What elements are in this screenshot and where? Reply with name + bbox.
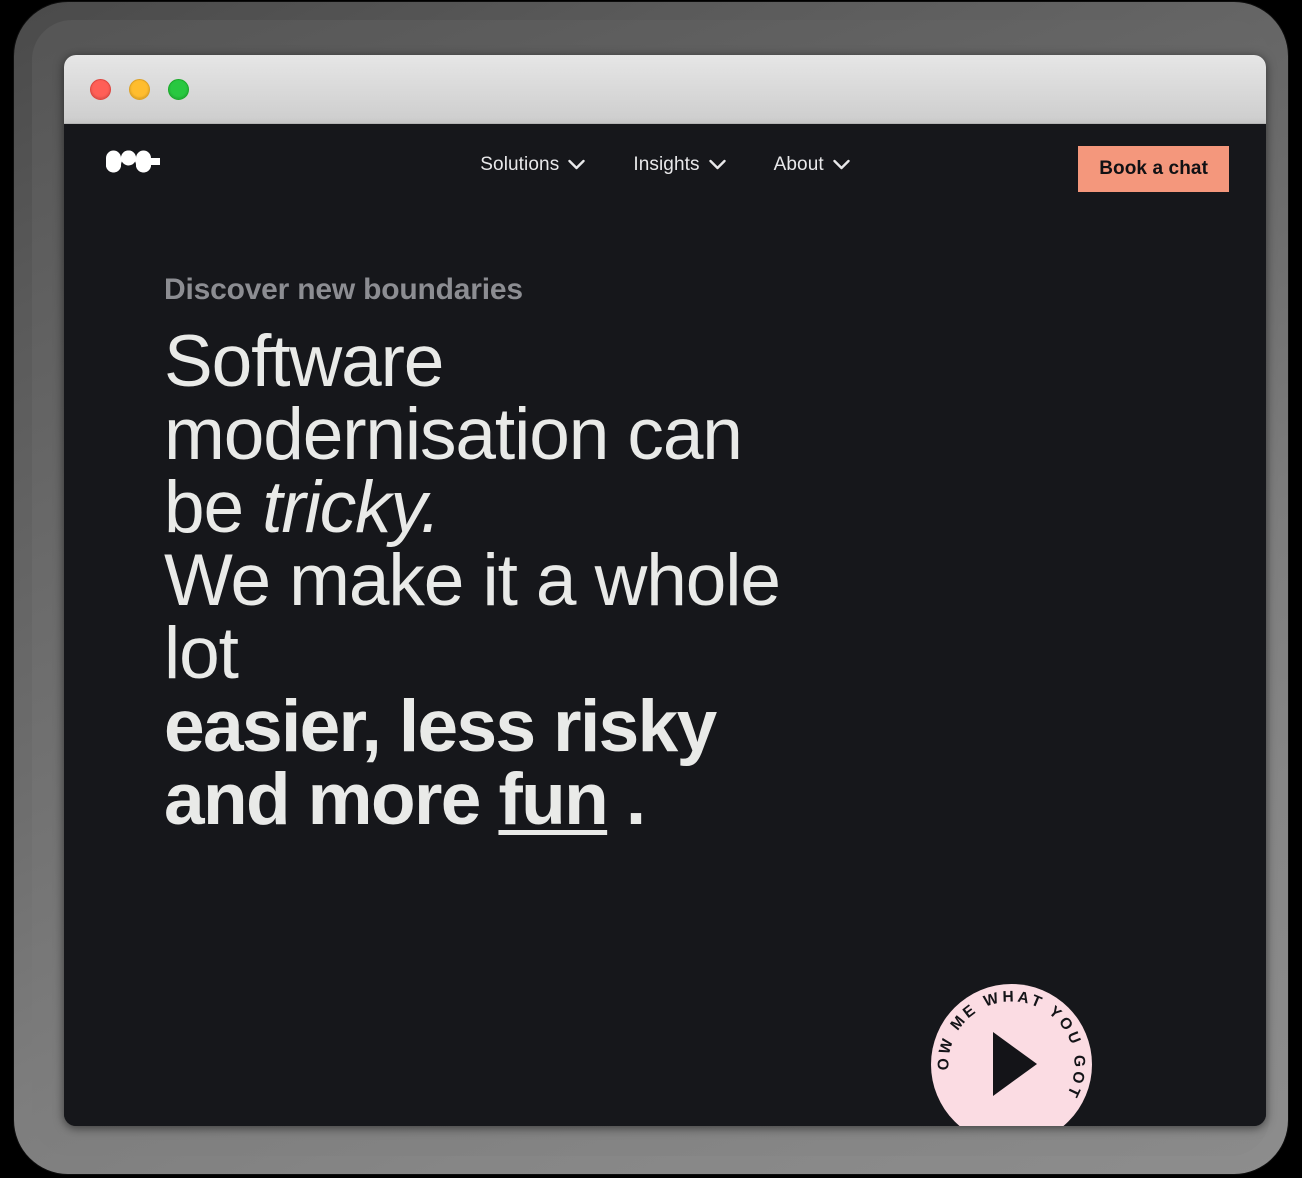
book-a-chat-button[interactable]: Book a chat: [1078, 146, 1229, 192]
headline-line-6: easier, less risky: [164, 686, 717, 767]
traffic-light-group: [90, 78, 189, 100]
nav-item-about-label: About: [773, 154, 824, 175]
headline-line-1: Software: [164, 321, 444, 402]
headline-line-3: be tricky.: [164, 471, 824, 544]
nav-item-about[interactable]: About: [772, 149, 852, 180]
page-canvas: Solutions Insights About Book a chat Dis…: [64, 124, 1266, 1126]
nav-item-insights-label: Insights: [633, 154, 700, 175]
chevron-down-icon: [568, 159, 586, 170]
minimize-window-button[interactable]: [129, 78, 150, 100]
chevron-down-icon: [833, 159, 850, 170]
headline-line-7: and more fun .: [164, 763, 824, 836]
window-titlebar: [64, 55, 1266, 124]
hero-headline: Software modernisation can be tricky. We…: [164, 325, 824, 836]
headline-line-7-suffix: .: [607, 759, 646, 840]
site-header: Solutions Insights About Book a chat: [64, 124, 1266, 214]
nav-item-solutions-label: Solutions: [480, 154, 560, 175]
hero-eyebrow: Discover new boundaries: [164, 273, 523, 306]
show-me-what-you-got-play-badge[interactable]: SHOW ME WHAT YOU GOT: [931, 984, 1092, 1126]
headline-line-2: modernisation can: [164, 394, 743, 475]
browser-window: Solutions Insights About Book a chat Dis…: [64, 55, 1266, 1126]
maximize-window-button[interactable]: [168, 78, 189, 100]
chevron-down-icon: [708, 159, 726, 170]
headline-line-5: lot: [164, 613, 239, 694]
headline-line-4: We make it a whole: [164, 540, 781, 621]
close-window-button[interactable]: [90, 78, 111, 100]
hero-section: Discover new boundaries Software moderni…: [64, 273, 1266, 1126]
device-bezel: Solutions Insights About Book a chat Dis…: [14, 2, 1288, 1174]
headline-emphasis-fun: fun: [498, 759, 608, 840]
headline-line-7-prefix: and more: [164, 759, 499, 840]
nav-item-solutions[interactable]: Solutions: [478, 149, 587, 180]
nav-item-insights[interactable]: Insights: [631, 149, 727, 180]
headline-line-3-plain: be: [164, 467, 263, 548]
headline-emphasis-tricky: tricky.: [262, 467, 441, 548]
play-icon: [993, 1032, 1037, 1096]
